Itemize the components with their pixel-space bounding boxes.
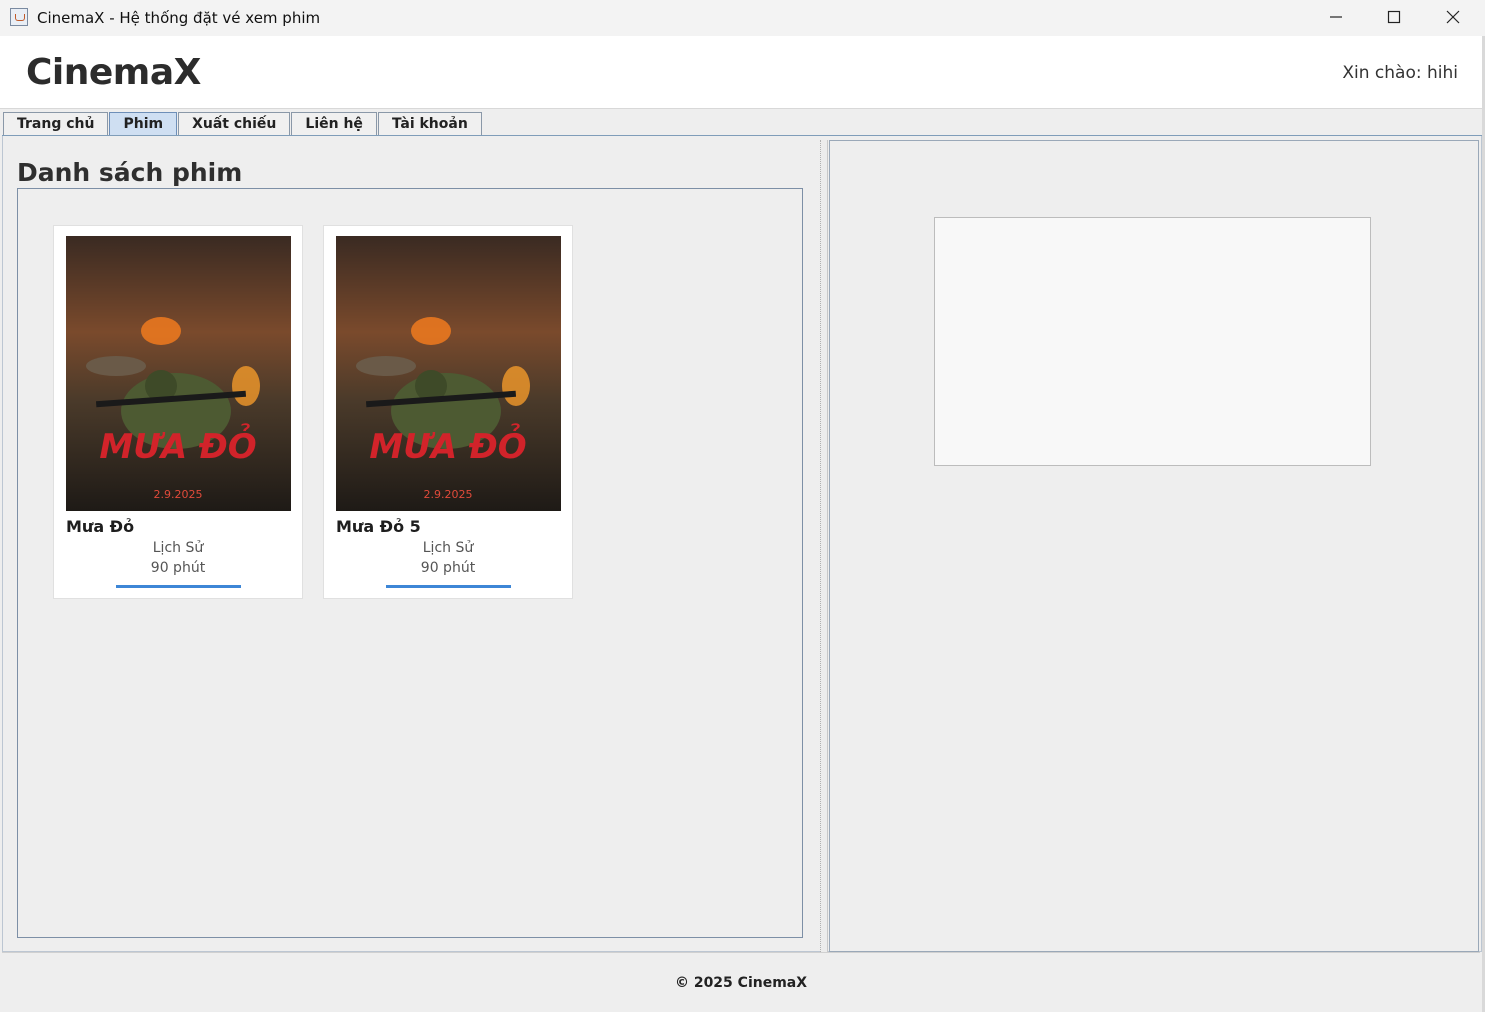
copyright-text: © 2025 CinemaX [674,975,808,991]
app-footer: © 2025 CinemaX [2,952,1480,1011]
java-app-icon [10,8,28,26]
movie-name: Mưa Đỏ 5 [336,517,421,536]
movie-poster: MƯA ĐỎ 2.9.2025 [66,236,291,511]
card-accent-bar [116,585,241,588]
poster-image: MƯA ĐỎ 2.9.2025 [66,236,291,511]
tab-account[interactable]: Tài khoản [377,112,482,135]
movie-genre: Lịch Sử [422,540,474,556]
card-accent-bar [386,585,511,588]
movie-card[interactable]: MƯA ĐỎ 2.9.2025 Mưa Đỏ 5 Lịch Sử 90 phút [323,225,573,599]
movie-name: Mưa Đỏ [66,517,135,536]
minimize-icon [1330,16,1342,18]
minimize-button[interactable] [1307,0,1365,34]
poster-date-text: 2.9.2025 [154,488,203,501]
tab-showtimes[interactable]: Xuất chiếu [178,112,291,135]
movie-preview-box [934,217,1371,466]
maximize-icon [1387,10,1401,24]
movie-list-title: Danh sách phim [17,158,243,187]
movie-genre: Lịch Sử [152,540,204,556]
brand-logo-text: CinemaX [26,52,201,93]
window-titlebar: CinemaX - Hệ thống đặt vé xem phim [0,0,1485,36]
user-greeting: Xin chào: hihi [1342,63,1458,83]
poster-date-text: 2.9.2025 [424,488,473,501]
movie-card[interactable]: MƯA ĐỎ 2.9.2025 Mưa Đỏ Lịch Sử 90 phút [53,225,303,599]
tab-contact[interactable]: Liên hệ [291,112,377,135]
tab-movies[interactable]: Phim [109,112,178,135]
main-tabs: Trang chủ Phim Xuất chiếu Liên hệ Tài kh… [3,112,483,136]
tab-home[interactable]: Trang chủ [3,112,109,135]
movie-poster: MƯA ĐỎ 2.9.2025 [336,236,561,511]
app-header: CinemaX Xin chào: hihi [0,36,1485,109]
poster-image: MƯA ĐỎ 2.9.2025 [336,236,561,511]
poster-title-text: MƯA ĐỎ [369,423,526,467]
movie-duration: 90 phút [150,560,206,576]
window-title: CinemaX - Hệ thống đặt vé xem phim [37,9,321,27]
close-button[interactable] [1424,0,1482,34]
split-pane-divider[interactable] [820,140,828,952]
close-icon [1446,10,1460,24]
movie-duration: 90 phút [420,560,476,576]
maximize-button[interactable] [1365,0,1423,34]
poster-title-text: MƯA ĐỎ [99,423,256,467]
